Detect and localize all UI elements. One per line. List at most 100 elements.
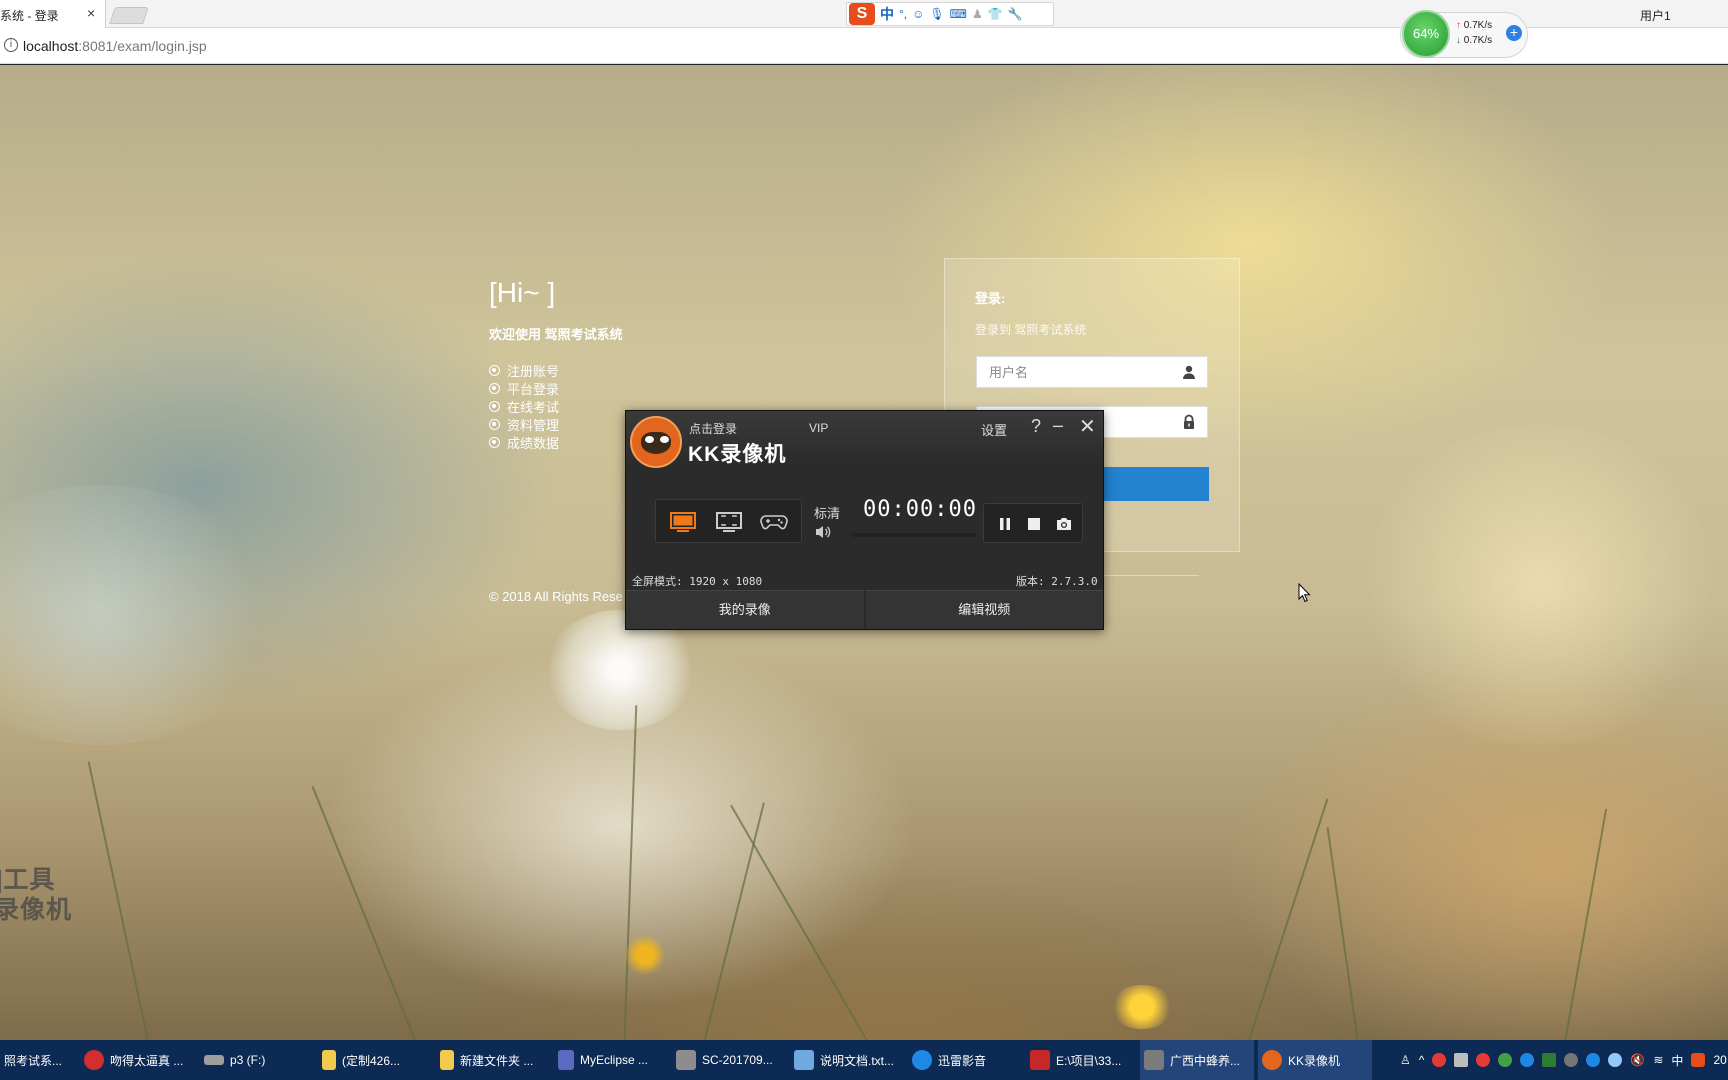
xunlei-icon: [912, 1050, 932, 1070]
download-speed: ↓ 0.7K/s: [1456, 35, 1493, 46]
security-icon[interactable]: [1476, 1053, 1491, 1067]
browser-user-label[interactable]: 用户1: [1640, 7, 1671, 24]
taskbar-item[interactable]: 广西中蜂养...: [1140, 1040, 1254, 1080]
taskbar-item[interactable]: 新建文件夹 ...: [436, 1040, 546, 1080]
login-subtitle: 登录到 驾照考试系统: [975, 323, 1087, 337]
user-icon[interactable]: ♟: [972, 7, 983, 21]
kk-version: 版本: 2.7.3.0: [1016, 575, 1098, 588]
background-blur-icon: [1350, 425, 1728, 745]
list-item: 成绩数据: [489, 433, 559, 451]
ime-language-toggle[interactable]: 中: [880, 4, 894, 24]
kk-login-link[interactable]: 点击登录: [689, 420, 737, 437]
plus-tray-icon[interactable]: [1498, 1053, 1513, 1067]
ime-indicator[interactable]: 中: [1671, 1052, 1683, 1069]
drive-icon: [204, 1055, 224, 1065]
browser-tab[interactable]: 系统 - 登录 ×: [0, 0, 106, 28]
url-text[interactable]: localhost:8081/exam/login.jsp: [23, 38, 207, 54]
kk-recorder-icon: [1262, 1050, 1282, 1070]
taskbar-item[interactable]: (定制426...: [318, 1040, 428, 1080]
volume-icon[interactable]: [814, 524, 832, 540]
background-blur-icon: [0, 485, 280, 745]
volume-muted-icon[interactable]: 🔇: [1630, 1053, 1645, 1067]
taskbar-item[interactable]: SC-201709...: [672, 1040, 782, 1080]
dot-icon[interactable]: °,: [899, 7, 907, 21]
tab-title: 系统 - 登录: [0, 9, 59, 23]
monitor-icon[interactable]: [1542, 1053, 1557, 1067]
sogou-logo-icon[interactable]: S: [849, 3, 875, 25]
folder-icon: [322, 1050, 336, 1070]
stop-icon[interactable]: [1025, 515, 1043, 533]
info-icon[interactable]: i: [4, 38, 18, 52]
kk-timer: 00:00:00: [863, 497, 977, 522]
wrench-icon[interactable]: 🔧: [1008, 7, 1023, 21]
copyright-text: © 2018 All Rights Rese: [489, 589, 623, 604]
notepad-icon: [794, 1050, 814, 1070]
new-tab-button[interactable]: [109, 7, 149, 24]
kk-minimize-button[interactable]: –: [1053, 415, 1063, 436]
kk-mode-selector: [655, 499, 802, 543]
kk-help-button[interactable]: ?: [1031, 416, 1041, 437]
people-icon[interactable]: ♙: [1400, 1053, 1411, 1067]
stalk-icon: [622, 705, 638, 1040]
pause-icon[interactable]: [996, 515, 1014, 533]
edit-video-button[interactable]: 编辑视频: [865, 590, 1103, 629]
yellow-flower-icon: [625, 935, 665, 975]
region-mode-icon[interactable]: [714, 510, 744, 534]
memory-usage-circle[interactable]: 64%: [1402, 10, 1450, 58]
tab-close-icon[interactable]: ×: [87, 5, 95, 21]
cloud-icon[interactable]: [1608, 1053, 1623, 1067]
arrow-up-icon: ↑: [1456, 20, 1461, 31]
taskbar-item[interactable]: 说明文档.txt...: [790, 1040, 900, 1080]
wifi-icon[interactable]: ≋: [1653, 1053, 1663, 1067]
list-item: 注册账号: [489, 361, 559, 379]
network-tray-icon[interactable]: [1586, 1053, 1601, 1067]
kk-settings-button[interactable]: 设置: [981, 420, 1007, 439]
arrow-down-icon: ↓: [1456, 35, 1461, 46]
taskbar-item[interactable]: MyEclipse ...: [554, 1040, 664, 1080]
keyboard-icon[interactable]: ⌨: [950, 7, 967, 21]
folder-icon: [440, 1050, 454, 1070]
kk-record-controls: [983, 503, 1083, 543]
tray-app-icon[interactable]: [1454, 1053, 1469, 1067]
username-input[interactable]: [977, 357, 1177, 387]
taskbar-item[interactable]: p3 (F:): [200, 1040, 310, 1080]
welcome-text: 欢迎使用 驾照考试系统: [489, 327, 623, 342]
username-field: [976, 356, 1208, 388]
raccoon-logo-icon[interactable]: [630, 416, 682, 468]
circle-bullet-icon: [489, 382, 500, 394]
mic-icon[interactable]: 🎙: [929, 7, 944, 21]
document-icon: [1144, 1050, 1164, 1070]
camera-icon[interactable]: [1055, 515, 1073, 533]
shirt-icon[interactable]: 👕: [988, 7, 1003, 21]
taskbar-item[interactable]: 迅雷影音: [908, 1040, 1018, 1080]
taskbar-item[interactable]: 照考试系...: [0, 1040, 76, 1080]
plus-icon[interactable]: +: [1506, 25, 1522, 41]
my-recordings-button[interactable]: 我的录像: [626, 590, 864, 629]
list-item: 资料管理: [489, 415, 559, 433]
kk-vip-link[interactable]: VIP: [809, 421, 828, 435]
list-item: 平台登录: [489, 379, 559, 397]
ime-toolbar: S 中 °, ☺ 🎙 ⌨ ♟ 👕 🔧: [846, 2, 1054, 26]
taskbar-item[interactable]: 吻得太逼真 ...: [80, 1040, 190, 1080]
lock-icon: [1184, 414, 1194, 429]
emoji-icon[interactable]: ☺: [912, 7, 924, 21]
antivirus-icon[interactable]: [1432, 1053, 1447, 1067]
sogou-tray-icon[interactable]: [1691, 1053, 1706, 1067]
winrar-icon: [1030, 1050, 1050, 1070]
chevron-up-icon[interactable]: ^: [1419, 1053, 1425, 1067]
fullscreen-mode-icon[interactable]: [668, 510, 698, 534]
kk-titlebar[interactable]: 点击登录 VIP KK录像机 设置 ? – ✕: [626, 411, 1103, 469]
kk-close-button[interactable]: ✕: [1079, 414, 1096, 439]
user-icon: [1183, 365, 1195, 379]
taskbar-item[interactable]: KK录像机: [1258, 1040, 1372, 1080]
myeclipse-icon: [558, 1050, 574, 1070]
game-mode-icon[interactable]: [759, 510, 789, 534]
kk-mode-info: 全屏模式: 1920 x 1080: [632, 575, 763, 588]
tray-app-icon[interactable]: [1564, 1053, 1579, 1067]
stalk-icon: [311, 785, 422, 1040]
clock[interactable]: 20: [1713, 1053, 1726, 1067]
taskbar-item[interactable]: E:\项目\33...: [1026, 1040, 1136, 1080]
kk-quality-selector[interactable]: 标清: [814, 503, 840, 522]
upload-speed: ↑ 0.7K/s: [1456, 20, 1493, 31]
bluetooth-icon[interactable]: [1520, 1053, 1535, 1067]
